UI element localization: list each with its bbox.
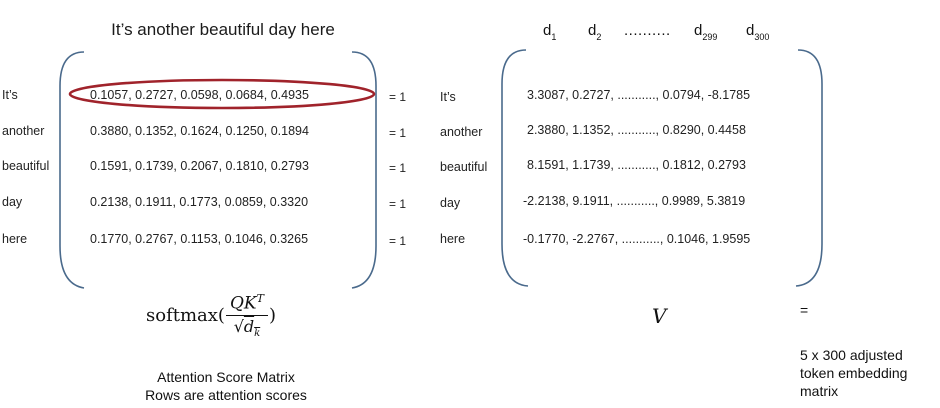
row-label-its: It’s <box>2 88 18 102</box>
sentence-title: It’s another beautiful day here <box>111 20 335 39</box>
result-line-2: token embedding <box>800 365 908 381</box>
v-row-5: -0.1770, -2.2767, ..........., 0.1046, 1… <box>523 232 751 246</box>
formula-func: softmax( <box>146 304 225 326</box>
v-row-3: 8.1591, 1.1739, ..........., 0.1812, 0.2… <box>527 158 746 172</box>
row-label-another: another <box>2 124 45 138</box>
v-row-2: 2.3880, 1.1352, ..........., 0.8290, 0.4… <box>527 123 746 137</box>
attention-caption: Attention Score Matrix Rows are attentio… <box>106 368 346 404</box>
row-sum-3: = 1 <box>389 161 407 175</box>
row-label-day: day <box>2 195 23 209</box>
attention-row-2: 0.3880, 0.1352, 0.1624, 0.1250, 0.1894 <box>90 124 309 138</box>
formula-numerator: QKT <box>225 292 268 316</box>
formula-close: ) <box>268 304 276 326</box>
v-header-d2: d2 <box>588 22 602 42</box>
v-header-d1: d1 <box>543 22 557 42</box>
row-label-beautiful: beautiful <box>2 159 50 173</box>
v-header-dots: .......... <box>624 22 671 39</box>
v-row-4: -2.2138, 9.1911, ..........., 0.9989, 5.… <box>523 194 746 208</box>
row-label-here: here <box>2 232 28 246</box>
result-description: 5 x 300 adjusted token embedding matrix <box>800 346 940 400</box>
v-header-d299: d299 <box>694 22 718 42</box>
caption-line-2: Rows are attention scores <box>145 387 307 403</box>
softmax-formula: softmax( QKT √dk ) <box>146 292 276 339</box>
v-symbol: V <box>652 304 667 328</box>
v-header-d300: d300 <box>746 22 770 42</box>
v-row-label-beautiful: beautiful <box>440 160 488 174</box>
result-equals: = <box>800 302 809 318</box>
v-left-bracket <box>501 49 529 287</box>
result-line-1: 5 x 300 adjusted <box>800 347 903 363</box>
attention-left-bracket <box>59 51 85 289</box>
result-line-3: matrix <box>800 383 839 399</box>
v-row-label-its: It’s <box>440 90 456 104</box>
formula-denominator: √dk <box>233 316 261 339</box>
row-sum-5: = 1 <box>389 234 407 248</box>
v-row-1: 3.3087, 0.2727, ..........., 0.0794, -8.… <box>527 88 751 102</box>
attention-row-1: 0.1057, 0.2727, 0.0598, 0.0684, 0.4935 <box>90 88 309 102</box>
attention-row-4: 0.2138, 0.1911, 0.1773, 0.0859, 0.3320 <box>90 195 309 209</box>
v-right-bracket <box>795 49 823 287</box>
v-row-label-another: another <box>440 125 483 139</box>
row-sum-4: = 1 <box>389 197 407 211</box>
v-row-label-day: day <box>440 196 461 210</box>
attention-row-3: 0.1591, 0.1739, 0.2067, 0.1810, 0.2793 <box>90 159 309 173</box>
formula-fraction: QKT √dk <box>225 292 268 339</box>
caption-line-1: Attention Score Matrix <box>157 369 295 385</box>
row-sum-1: = 1 <box>389 90 407 104</box>
v-row-label-here: here <box>440 232 466 246</box>
attention-row-5: 0.1770, 0.2767, 0.1153, 0.1046, 0.3265 <box>90 232 309 246</box>
row-sum-2: = 1 <box>389 126 407 140</box>
